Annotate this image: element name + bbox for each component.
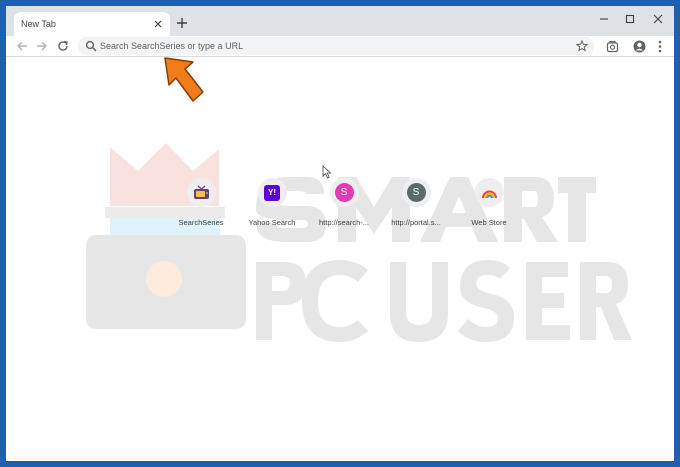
new-tab-plus-icon[interactable] [174, 15, 190, 31]
back-arrow-icon[interactable] [14, 38, 30, 54]
forward-arrow-icon[interactable] [34, 38, 50, 54]
shortcut-icon-container: S [401, 178, 431, 207]
reload-icon[interactable] [55, 38, 71, 54]
orange-pointer-arrow-icon [164, 57, 204, 102]
shortcut-label: Web Store [471, 218, 507, 227]
shortcut-tile-yahoo-search[interactable]: Y! Yahoo Search [234, 177, 310, 237]
title-bar: New Tab [6, 6, 674, 36]
shortcut-icon-container [186, 178, 216, 207]
tab-title: New Tab [21, 19, 56, 29]
shortcut-label: SearchSeries [178, 218, 224, 227]
letter-s-icon: S [406, 183, 426, 202]
shortcut-label: http://search-... [318, 218, 370, 227]
minimize-icon[interactable] [594, 12, 614, 26]
star-icon[interactable] [576, 40, 588, 52]
shortcut-label: Yahoo Search [248, 218, 296, 227]
toolbar [6, 36, 674, 57]
letter-s-icon: S [334, 183, 354, 202]
tab-new-tab[interactable]: New Tab [14, 12, 170, 36]
shortcut-tile-web-store[interactable]: Web Store [451, 177, 527, 237]
search-icon [85, 40, 97, 52]
smart-pc-user-watermark-logo [86, 143, 632, 342]
shortcut-label: http://portal.s... [391, 218, 441, 227]
tab-close-icon[interactable] [151, 17, 165, 31]
shortcut-tile-searchseries[interactable]: SearchSeries [163, 177, 239, 237]
shortcut-tile-portal[interactable]: S http://portal.s... [378, 177, 454, 237]
new-tab-page: SearchSeries Y! Yahoo Search S http://se… [6, 57, 674, 461]
omnibox[interactable] [78, 37, 594, 55]
mouse-cursor-icon [322, 165, 332, 179]
shortcut-icon-container: S [329, 178, 359, 207]
omnibox-input[interactable] [100, 37, 570, 55]
yahoo-logo-icon: Y! [264, 184, 280, 201]
shortcut-tile-search[interactable]: S http://search-... [306, 177, 382, 237]
tv-icon [193, 185, 209, 199]
menu-kebab-icon[interactable] [652, 38, 668, 54]
extension-icon[interactable] [604, 38, 620, 54]
browser-window: New Tab Search SearchSeries or type a UR… [6, 6, 674, 461]
rainbow-icon [481, 190, 497, 198]
profile-avatar-icon[interactable] [631, 38, 647, 54]
close-icon[interactable] [648, 12, 668, 26]
shortcut-icon-container: Y! [257, 178, 287, 207]
shortcut-icon-container [474, 178, 504, 207]
maximize-icon[interactable] [620, 12, 640, 26]
